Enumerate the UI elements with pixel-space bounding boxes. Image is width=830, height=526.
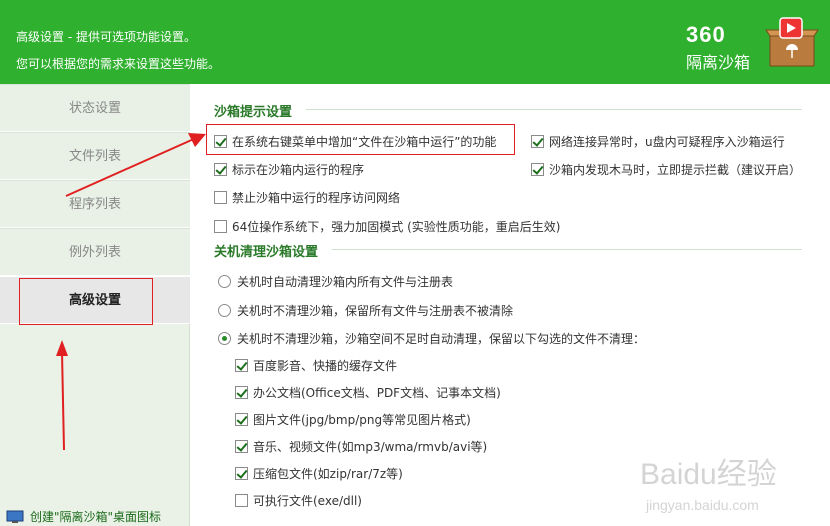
sidebar-item-status[interactable]: 状态设置 [0, 84, 190, 132]
keep-images[interactable]: 图片文件(jpg/bmp/png等常见图片格式) [235, 410, 471, 428]
keep-audio-video[interactable]: 音乐、视频文件(如mp3/wma/rmvb/avi等) [235, 437, 487, 455]
keep-archives[interactable]: 压缩包文件(如zip/rar/7z等) [235, 464, 403, 482]
sandbox-box-icon [765, 17, 819, 67]
create-desktop-icon-link[interactable]: 创建"隔离沙箱"桌面图标 [6, 508, 161, 525]
option-label: 网络连接异常时，u盘内可疑程序入沙箱运行 [549, 134, 785, 149]
baidu-jingyan-watermark: Baidu经验 jingyan.baidu.com [640, 458, 777, 513]
brand-name: 隔离沙箱 [686, 53, 751, 72]
radio-button[interactable] [218, 331, 231, 345]
checkbox[interactable] [531, 134, 544, 148]
sidebar-item-label: 状态设置 [68, 101, 121, 116]
option-label: 图片文件(jpg/bmp/png等常见图片格式) [253, 412, 471, 427]
option-label: 沙箱内发现木马时，立即提示拦截（建议开启） [549, 162, 802, 177]
watermark-brand: Baidu经验 [640, 458, 777, 491]
checkbox[interactable] [214, 219, 227, 233]
radio-button[interactable] [218, 274, 231, 288]
keep-media-cache[interactable]: 百度影音、快播的缓存文件 [235, 356, 397, 374]
sidebar-item-exceptions[interactable]: 例外列表 [0, 228, 190, 276]
header-banner: 高级设置 - 提供可选项功能设置。 您可以根据您的需求来设置这些功能。 360 … [0, 0, 830, 84]
option-label: 百度影音、快播的缓存文件 [253, 358, 398, 373]
option-label: 可执行文件(exe/dll) [253, 493, 362, 508]
brand-number: 360 [686, 22, 726, 47]
radio-keep-all[interactable]: 关机时不清理沙箱，保留所有文件与注册表不被清除 [218, 301, 513, 319]
checkbox[interactable] [235, 412, 248, 426]
option-label: 禁止沙箱中运行的程序访问网络 [232, 190, 401, 205]
checkbox[interactable] [235, 466, 248, 480]
option-label: 办公文档(Office文档、PDF文档、记事本文档) [253, 385, 501, 400]
computer-icon [6, 510, 24, 523]
checkbox[interactable] [235, 385, 248, 399]
checkbox[interactable] [235, 493, 248, 507]
sidebar-item-files[interactable]: 文件列表 [0, 132, 190, 180]
section-title-shutdown-clean: 关机清理沙箱设置 [214, 245, 319, 260]
keep-executables[interactable]: 可执行文件(exe/dll) [235, 491, 362, 509]
checkbox[interactable] [235, 358, 248, 372]
divider [306, 109, 802, 110]
option-label: 压缩包文件(如zip/rar/7z等) [253, 466, 403, 481]
divider [332, 249, 802, 250]
radio-label: 关机时不清理沙箱，沙箱空间不足时自动清理，保留以下勾选的文件不清理： [237, 331, 646, 346]
radio-button[interactable] [218, 303, 231, 317]
sidebar-item-label: 例外列表 [68, 245, 121, 260]
option-64bit-hardening[interactable]: 64位操作系统下，强力加固模式 (实验性质功能，重启后生效) [214, 217, 560, 235]
option-usb-sandbox[interactable]: 网络连接异常时，u盘内可疑程序入沙箱运行 [531, 132, 785, 150]
sidebar-item-programs[interactable]: 程序列表 [0, 180, 190, 228]
option-label: 标示在沙箱内运行的程序 [232, 162, 365, 177]
brand-logo: 360 隔离沙箱 [686, 22, 770, 72]
checkbox[interactable] [235, 439, 248, 453]
header-subtitle: 您可以根据您的需求来设置这些功能。 [16, 57, 221, 71]
radio-auto-clean[interactable]: 关机时不清理沙箱，沙箱空间不足时自动清理，保留以下勾选的文件不清理： [218, 329, 645, 347]
checkbox[interactable] [531, 162, 544, 176]
watermark-url: jingyan.baidu.com [645, 497, 759, 513]
keep-office-docs[interactable]: 办公文档(Office文档、PDF文档、记事本文档) [235, 383, 501, 401]
option-trojan-alert[interactable]: 沙箱内发现木马时，立即提示拦截（建议开启） [531, 160, 801, 178]
checkbox[interactable] [214, 190, 227, 204]
section-title-sandbox-hint: 沙箱提示设置 [214, 105, 293, 120]
highlight-box-context-menu [206, 124, 515, 155]
highlight-box-advanced [19, 278, 153, 325]
option-mark-programs[interactable]: 标示在沙箱内运行的程序 [214, 160, 364, 178]
checkbox[interactable] [214, 162, 227, 176]
sidebar-item-label: 程序列表 [68, 197, 121, 212]
radio-label: 关机时自动清理沙箱内所有文件与注册表 [237, 274, 454, 289]
sidebar-item-label: 文件列表 [68, 149, 121, 164]
option-block-network[interactable]: 禁止沙箱中运行的程序访问网络 [214, 188, 400, 206]
option-label: 音乐、视频文件(如mp3/wma/rmvb/avi等) [253, 439, 488, 454]
radio-clean-all[interactable]: 关机时自动清理沙箱内所有文件与注册表 [218, 272, 453, 290]
header-title: 高级设置 - 提供可选项功能设置。 [16, 30, 196, 44]
create-desktop-icon-label: 创建"隔离沙箱"桌面图标 [30, 510, 162, 524]
option-label: 64位操作系统下，强力加固模式 (实验性质功能，重启后生效) [232, 219, 561, 234]
radio-label: 关机时不清理沙箱，保留所有文件与注册表不被清除 [237, 303, 514, 318]
